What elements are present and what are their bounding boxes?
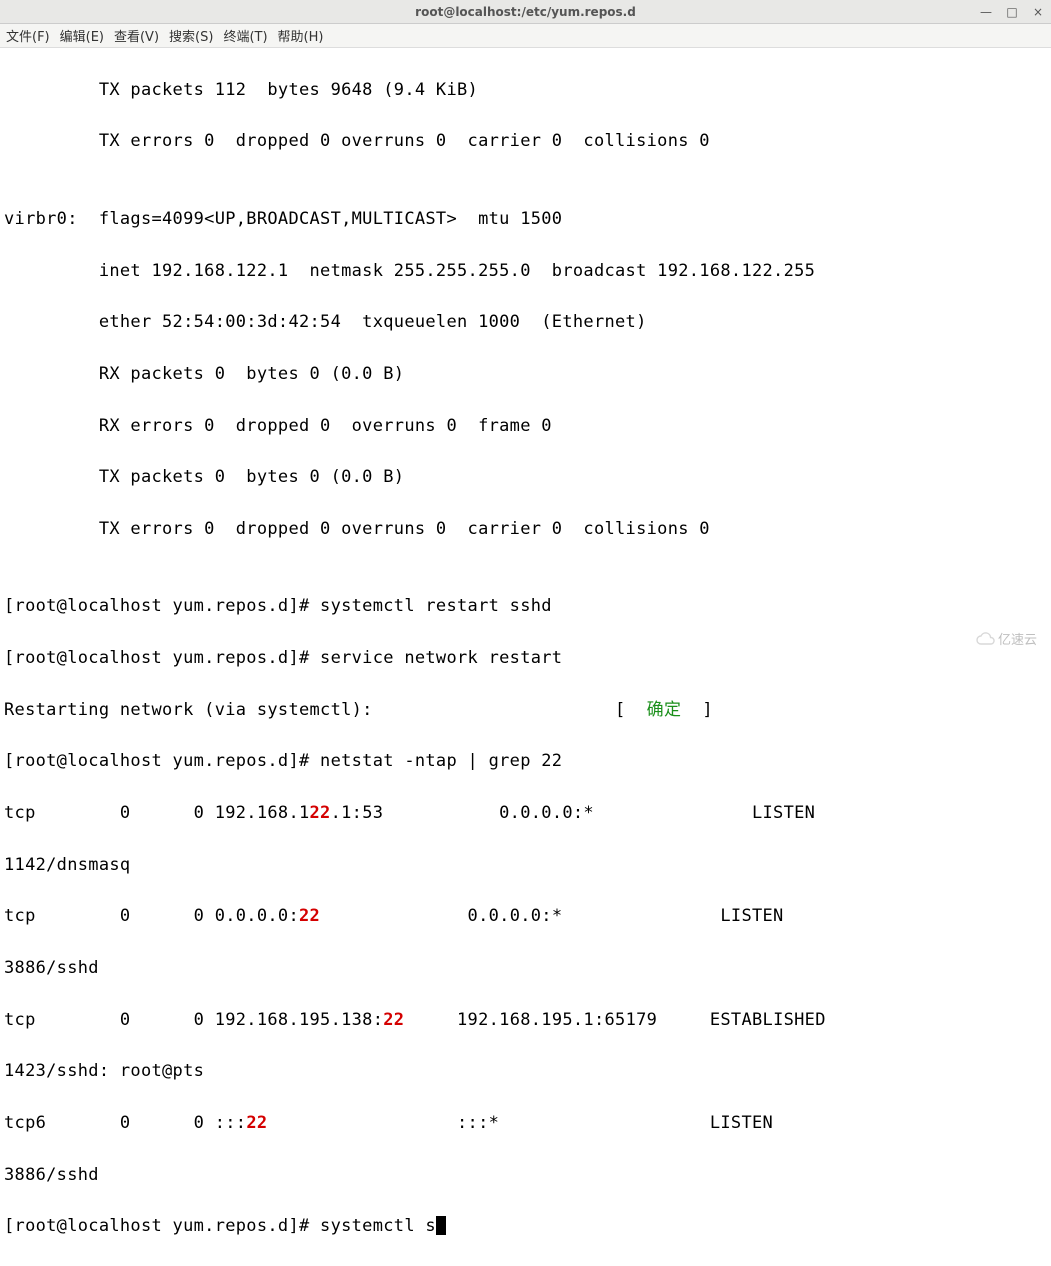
highlight-22: 22 (299, 906, 320, 926)
terminal-line: RX packets 0 bytes 0 (0.0 B) (4, 362, 1047, 388)
terminal-line: RX errors 0 dropped 0 overruns 0 frame 0 (4, 414, 1047, 440)
close-button[interactable]: × (1031, 5, 1045, 19)
terminal-line: [root@localhost yum.repos.d]# netstat -n… (4, 749, 1047, 775)
window-title: root@localhost:/etc/yum.repos.d (415, 5, 636, 19)
window-titlebar: root@localhost:/etc/yum.repos.d — □ × (0, 0, 1051, 24)
menu-terminal[interactable]: 终端(T) (223, 26, 267, 45)
cloud-icon (975, 632, 995, 646)
window-controls: — □ × (979, 5, 1045, 19)
status-ok: 确定 (647, 700, 682, 720)
netstat-row: 3886/sshd (4, 956, 1047, 982)
highlight-22: 22 (246, 1113, 267, 1133)
terminal-line: Restarting network (via systemctl): [ 确定… (4, 698, 1047, 724)
netstat-row: 1423/sshd: root@pts (4, 1059, 1047, 1085)
terminal-line: TX packets 0 bytes 0 (0.0 B) (4, 465, 1047, 491)
terminal-line: TX errors 0 dropped 0 overruns 0 carrier… (4, 129, 1047, 155)
watermark: 亿速云 (975, 629, 1037, 648)
minimize-button[interactable]: — (979, 5, 993, 19)
netstat-row: tcp6 0 0 :::22 :::* LISTEN (4, 1111, 1047, 1137)
netstat-row: 1142/dnsmasq (4, 853, 1047, 879)
terminal-line: inet 192.168.122.1 netmask 255.255.255.0… (4, 259, 1047, 285)
terminal-line: virbr0: flags=4099<UP,BROADCAST,MULTICAS… (4, 207, 1047, 233)
terminal-line: [root@localhost yum.repos.d]# systemctl … (4, 594, 1047, 620)
terminal-line: TX errors 0 dropped 0 overruns 0 carrier… (4, 517, 1047, 543)
netstat-row: 3886/sshd (4, 1163, 1047, 1189)
terminal-line: [root@localhost yum.repos.d]# service ne… (4, 646, 1047, 672)
menu-help[interactable]: 帮助(H) (278, 26, 324, 45)
highlight-22: 22 (310, 803, 331, 823)
maximize-button[interactable]: □ (1005, 5, 1019, 19)
restart-msg: Restarting network (via systemctl): [ (4, 700, 647, 720)
menubar: 文件(F) 编辑(E) 查看(V) 搜索(S) 终端(T) 帮助(H) (0, 24, 1051, 48)
terminal-line: ether 52:54:00:3d:42:54 txqueuelen 1000 … (4, 310, 1047, 336)
netstat-row: tcp 0 0 192.168.195.138:22 192.168.195.1… (4, 1008, 1047, 1034)
menu-view[interactable]: 查看(V) (114, 26, 159, 45)
menu-edit[interactable]: 编辑(E) (60, 26, 104, 45)
cursor (436, 1216, 446, 1235)
netstat-row: tcp 0 0 192.168.122.1:53 0.0.0.0:* LISTE… (4, 801, 1047, 827)
terminal-line: TX packets 112 bytes 9648 (9.4 KiB) (4, 78, 1047, 104)
menu-search[interactable]: 搜索(S) (169, 26, 213, 45)
prompt-text: [root@localhost yum.repos.d]# systemctl … (4, 1216, 436, 1236)
menu-file[interactable]: 文件(F) (6, 26, 50, 45)
restart-msg-tail: ] (681, 700, 713, 720)
highlight-22: 22 (383, 1010, 404, 1030)
netstat-row: tcp 0 0 0.0.0.0:22 0.0.0.0:* LISTEN (4, 904, 1047, 930)
terminal-prompt-line: [root@localhost yum.repos.d]# systemctl … (4, 1214, 1047, 1240)
watermark-text: 亿速云 (998, 629, 1037, 648)
terminal-viewport[interactable]: TX packets 112 bytes 9648 (9.4 KiB) TX e… (0, 48, 1051, 1266)
